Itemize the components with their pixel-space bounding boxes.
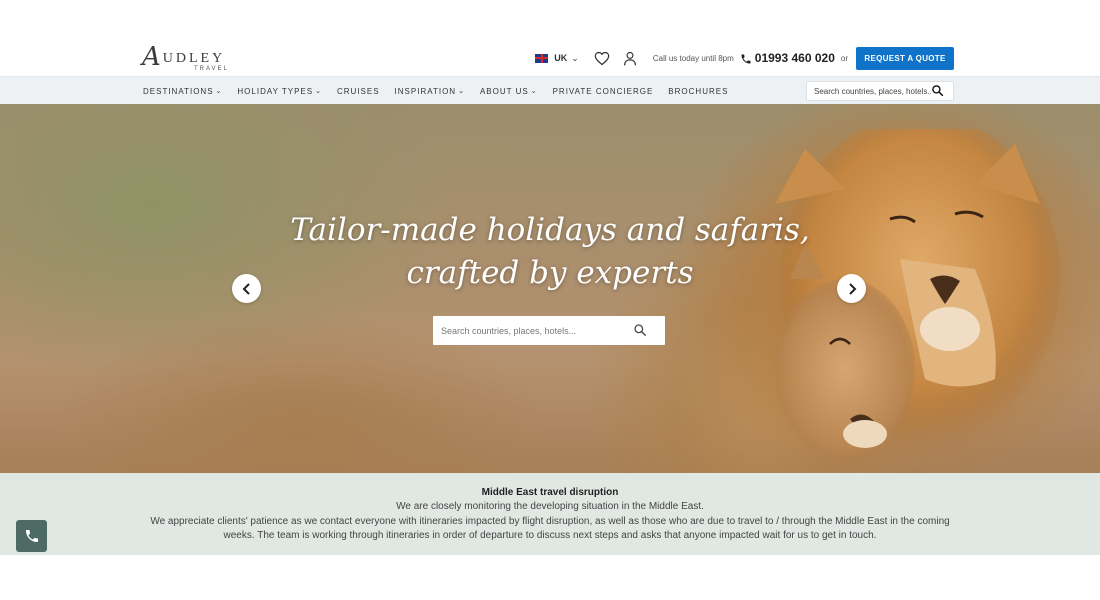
chevron-down-icon: ⌄ bbox=[315, 88, 322, 95]
hero-search-box bbox=[433, 316, 665, 345]
header-utilities: UK ⌄ Call us today until 8pm 01993 460 0… bbox=[535, 46, 954, 70]
header-top: A UDLEY TRAVEL UK ⌄ Call us today until 8… bbox=[0, 40, 1100, 76]
nav-item-brochures[interactable]: BROCHURES bbox=[668, 87, 728, 96]
hero-title: Tailor-made holidays and safaris, crafte… bbox=[250, 209, 850, 295]
nav-search-input[interactable] bbox=[807, 86, 931, 96]
nav-item-holiday-types[interactable]: HOLIDAY TYPES ⌄ bbox=[237, 87, 322, 96]
nav-item-private-concierge[interactable]: PRIVATE CONCIERGE bbox=[553, 87, 654, 96]
notice-content: Middle East travel disruption We are clo… bbox=[150, 486, 950, 544]
nav-label: HOLIDAY TYPES bbox=[237, 86, 314, 96]
nav-label: PRIVATE CONCIERGE bbox=[552, 86, 654, 96]
search-icon[interactable] bbox=[633, 323, 649, 339]
phone-icon bbox=[25, 530, 38, 542]
chevron-down-icon: ⌄ bbox=[530, 88, 538, 95]
logo-initial: A bbox=[142, 42, 161, 72]
country-selector[interactable]: UK bbox=[554, 53, 567, 63]
chevron-left-icon bbox=[242, 282, 250, 295]
hero-title-line1: Tailor-made holidays and safaris, bbox=[290, 212, 810, 248]
nav-label: INSPIRATION bbox=[394, 86, 457, 96]
chevron-down-icon: ⌄ bbox=[458, 88, 465, 95]
logo-subtitle: TRAVEL bbox=[194, 66, 229, 72]
nav-items: DESTINATIONS ⌄ HOLIDAY TYPES ⌄ CRUISES INS… bbox=[143, 77, 743, 105]
user-icon[interactable] bbox=[621, 49, 639, 67]
call-us-text: Call us today until 8pm bbox=[652, 53, 734, 63]
travel-disruption-notice: Middle East travel disruption We are clo… bbox=[0, 473, 1100, 555]
nav-item-inspiration[interactable]: INSPIRATION ⌄ bbox=[395, 87, 465, 96]
nav-item-about-us[interactable]: ABOUT US ⌄ bbox=[480, 87, 538, 96]
hero-banner: Tailor-made holidays and safaris, crafte… bbox=[0, 104, 1100, 473]
floating-call-button[interactable] bbox=[16, 520, 47, 552]
chevron-right-icon bbox=[848, 282, 856, 295]
nav-label: ABOUT US bbox=[479, 86, 529, 96]
logo[interactable]: A UDLEY TRAVEL bbox=[142, 42, 242, 76]
chevron-down-icon: ⌄ bbox=[215, 88, 223, 95]
notice-title: Middle East travel disruption bbox=[481, 487, 619, 498]
nav-search-box bbox=[806, 81, 954, 101]
hero-search-input[interactable] bbox=[433, 325, 633, 336]
nav-label: BROCHURES bbox=[668, 86, 729, 96]
or-text: or bbox=[840, 53, 848, 63]
carousel-prev-button[interactable] bbox=[232, 274, 261, 303]
uk-flag-icon[interactable] bbox=[535, 53, 549, 63]
notice-line-1: We are closely monitoring the developing… bbox=[396, 501, 704, 512]
logo-word: UDLEY bbox=[162, 51, 226, 66]
request-quote-button[interactable]: REQUEST A QUOTE bbox=[856, 46, 954, 70]
carousel-next-button[interactable] bbox=[837, 274, 866, 303]
nav-label: CRUISES bbox=[336, 86, 380, 96]
notice-line-2: We appreciate clients' patience as we co… bbox=[150, 515, 950, 542]
phone-icon bbox=[740, 52, 752, 64]
search-icon[interactable] bbox=[931, 84, 945, 98]
hero-lions-image bbox=[775, 129, 1060, 459]
nav-item-cruises[interactable]: CRUISES bbox=[337, 87, 380, 96]
nav-item-destinations[interactable]: DESTINATIONS ⌄ bbox=[143, 87, 222, 96]
heart-icon[interactable] bbox=[593, 49, 611, 67]
chevron-down-icon[interactable]: ⌄ bbox=[571, 53, 579, 64]
nav-label: DESTINATIONS bbox=[143, 86, 214, 96]
phone-number-link[interactable]: 01993 460 020 bbox=[755, 51, 835, 65]
main-nav: DESTINATIONS ⌄ HOLIDAY TYPES ⌄ CRUISES INS… bbox=[0, 76, 1100, 104]
hero-title-line2: crafted by experts bbox=[406, 255, 694, 291]
